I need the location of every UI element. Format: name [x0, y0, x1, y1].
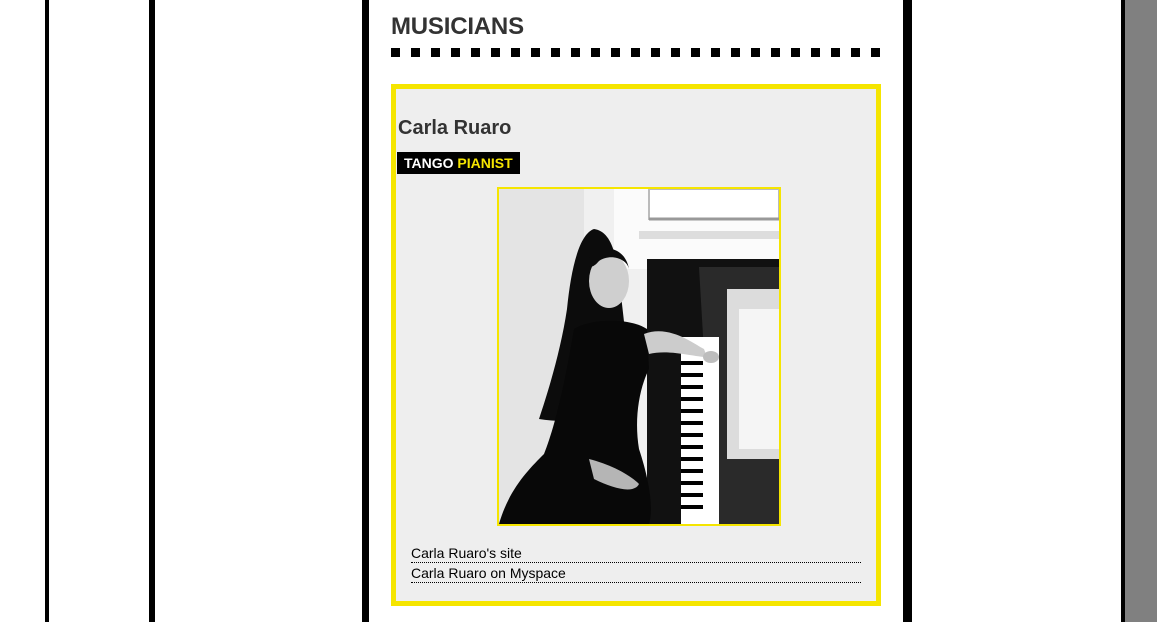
- left-rule-inner: [149, 0, 155, 622]
- musician-photo-image: [499, 189, 779, 524]
- genre-badge-primary: TANGO: [404, 155, 454, 171]
- genre-badge-secondary: PIANIST: [457, 155, 513, 171]
- main-content-column: MUSICIANS Carla Ruaro TANGO PIANIST Carl…: [362, 0, 912, 622]
- dashed-divider: [391, 48, 881, 57]
- musician-card: Carla Ruaro TANGO PIANIST Carla Ruaro's …: [391, 84, 881, 606]
- page: MUSICIANS Carla Ruaro TANGO PIANIST Carl…: [0, 0, 1157, 622]
- section-title: MUSICIANS: [391, 13, 524, 40]
- list-item: Carla Ruaro's site: [411, 544, 861, 563]
- musician-photo: [497, 187, 781, 526]
- left-rule-outer: [45, 0, 49, 622]
- genre-badge: TANGO PIANIST: [397, 152, 520, 174]
- musician-name: Carla Ruaro: [398, 117, 512, 139]
- musician-links: Carla Ruaro's site Carla Ruaro on Myspac…: [411, 544, 861, 584]
- right-gray-strip: [1125, 0, 1157, 622]
- musician-site-link[interactable]: Carla Ruaro's site: [411, 545, 522, 561]
- list-item: Carla Ruaro on Myspace: [411, 564, 861, 583]
- musician-myspace-link[interactable]: Carla Ruaro on Myspace: [411, 565, 566, 581]
